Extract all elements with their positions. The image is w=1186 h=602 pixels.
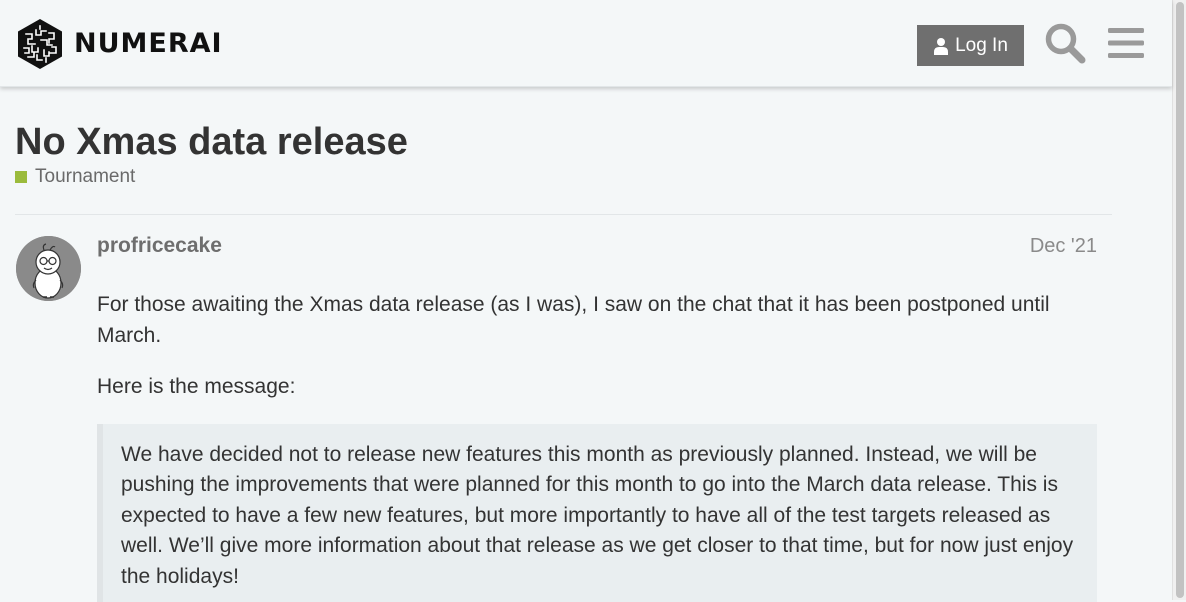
post-date[interactable]: Dec '21 bbox=[1030, 235, 1097, 258]
user-icon bbox=[933, 37, 949, 55]
avatar-cartoon-icon bbox=[16, 236, 81, 301]
logo-text: NUMERAI bbox=[74, 18, 223, 70]
category-badge[interactable]: Tournament bbox=[15, 166, 135, 188]
post-paragraph: Here is the message: bbox=[97, 372, 1097, 403]
topic-title[interactable]: No Xmas data release bbox=[15, 119, 408, 165]
quoted-message-text: We have decided not to release new featu… bbox=[121, 440, 1077, 593]
category-color-swatch bbox=[15, 171, 27, 183]
site-header: NUMERAI Log In bbox=[0, 0, 1172, 87]
site-logo[interactable]: NUMERAI bbox=[16, 18, 223, 70]
login-button-label: Log In bbox=[955, 35, 1008, 57]
search-icon bbox=[1044, 22, 1086, 64]
hamburger-menu-button[interactable] bbox=[1108, 26, 1144, 60]
numerai-logo-icon bbox=[16, 18, 64, 70]
post-paragraph: For those awaiting the Xmas data release… bbox=[97, 290, 1097, 351]
search-button[interactable] bbox=[1044, 22, 1086, 64]
quoted-message: We have decided not to release new featu… bbox=[97, 424, 1097, 602]
post-username[interactable]: profricecake bbox=[97, 234, 222, 258]
user-avatar[interactable] bbox=[16, 236, 81, 301]
scrollbar-thumb[interactable] bbox=[1176, 2, 1184, 598]
login-button[interactable]: Log In bbox=[917, 25, 1024, 66]
post-body: For those awaiting the Xmas data release… bbox=[97, 290, 1097, 602]
topic-divider bbox=[15, 214, 1112, 215]
page-scrollbar[interactable] bbox=[1172, 0, 1186, 600]
category-name: Tournament bbox=[35, 166, 135, 188]
hamburger-menu-icon bbox=[1108, 26, 1144, 60]
